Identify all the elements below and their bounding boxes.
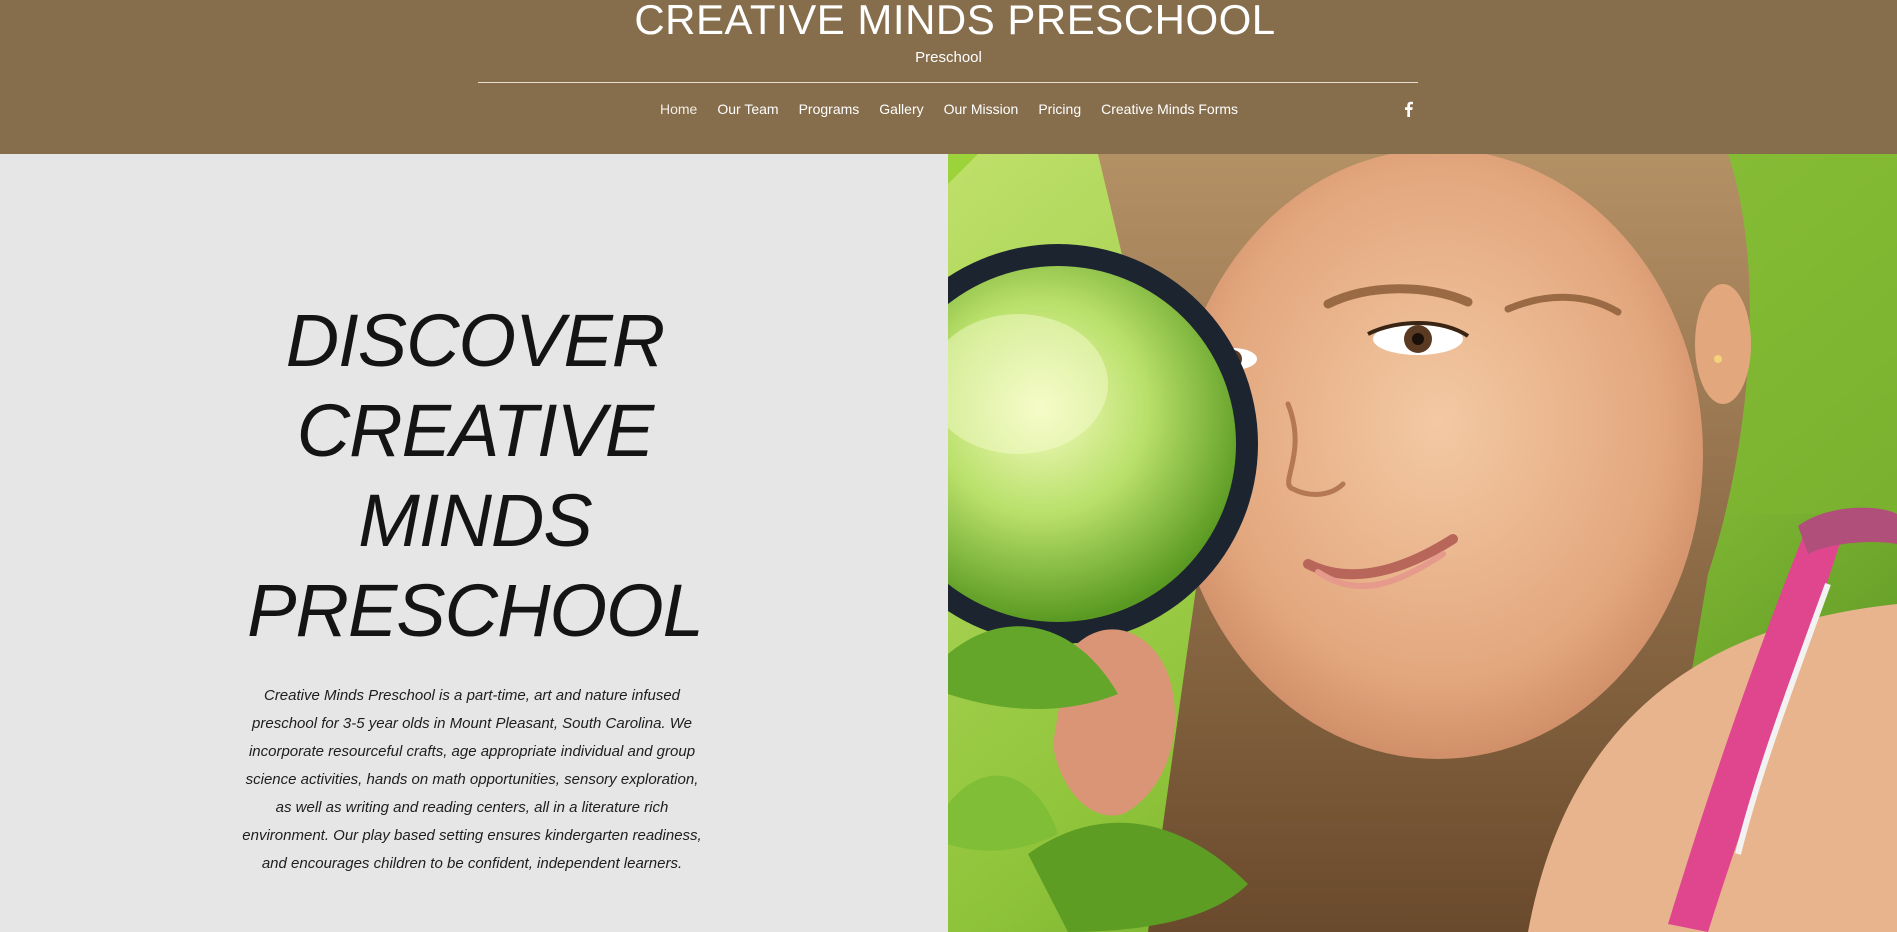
site-header: CREATIVE MINDS PRESCHOOL Preschool Home …	[0, 0, 1897, 154]
header-divider	[478, 82, 1418, 83]
hero-photo-girl-with-magnifying-glass	[948, 154, 1897, 932]
hero-heading-line: MINDS	[358, 479, 592, 562]
nav-item-pricing[interactable]: Pricing	[1028, 98, 1091, 120]
hero-heading-line: PRESCHOOL	[247, 569, 704, 652]
site-subtitle: Preschool	[915, 49, 982, 66]
nav-item-forms[interactable]: Creative Minds Forms	[1091, 98, 1248, 120]
hero-heading-line: CREATIVE	[296, 389, 655, 472]
facebook-icon[interactable]	[1400, 99, 1416, 119]
nav-item-programs[interactable]: Programs	[789, 98, 870, 120]
nav-item-home[interactable]: Home	[650, 98, 707, 120]
nav-item-our-team[interactable]: Our Team	[707, 98, 788, 120]
hero-description: Creative Minds Preschool is a part-time,…	[242, 687, 702, 872]
hero-text-panel: DISCOVER CREATIVE MINDS PRESCHOOL Creati…	[0, 154, 948, 932]
main-nav: Home Our Team Programs Gallery Our Missi…	[650, 97, 1248, 121]
hero-heading: DISCOVER CREATIVE MINDS PRESCHOOL	[175, 296, 775, 656]
site-title[interactable]: CREATIVE MINDS PRESCHOOL	[0, 0, 1897, 46]
nav-item-our-mission[interactable]: Our Mission	[934, 98, 1029, 120]
nav-item-gallery[interactable]: Gallery	[869, 98, 933, 120]
hero-heading-line: DISCOVER	[285, 299, 666, 382]
